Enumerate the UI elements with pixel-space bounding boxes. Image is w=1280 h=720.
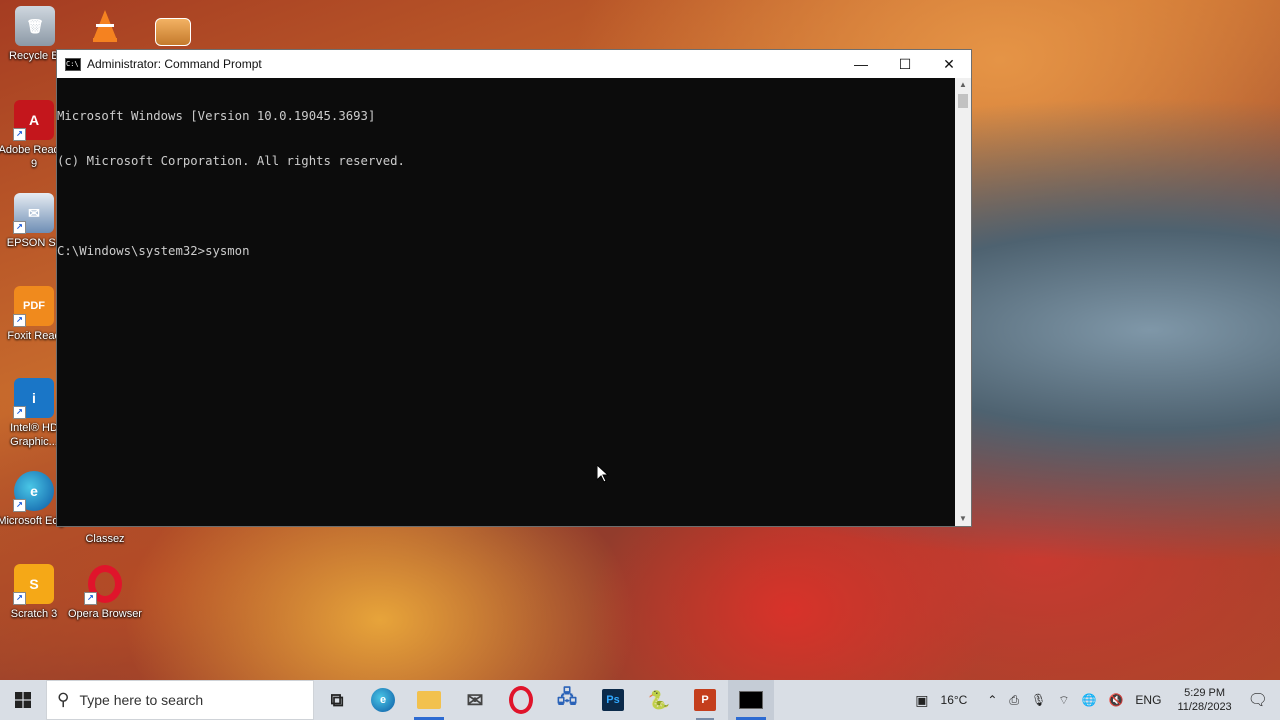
weather-temperature[interactable]: 16°C [941, 693, 968, 707]
search-placeholder: Type here to search [79, 692, 204, 708]
desktop-icon-opera[interactable]: ↗ Opera Browser [68, 564, 142, 621]
desktop-icon-vlc[interactable] [68, 6, 142, 46]
console-line: Microsoft Windows [Version 10.0.19045.36… [57, 109, 376, 123]
foxit-reader-icon: PDF ↗ [13, 286, 54, 327]
image-file-icon [155, 18, 191, 46]
start-button[interactable] [0, 680, 46, 720]
console-output[interactable]: Microsoft Windows [Version 10.0.19045.36… [57, 78, 955, 526]
mail-icon: ✉ [466, 689, 484, 712]
adobe-reader-icon: A ↗ [13, 100, 54, 141]
command-prompt-icon: ▭ [739, 691, 763, 709]
taskbar-python[interactable]: 🐍 [636, 680, 682, 720]
maximize-button[interactable]: ☐ [883, 50, 927, 78]
meet-now-icon[interactable]: ⎙ [1009, 693, 1019, 708]
windows-logo-icon [15, 692, 31, 708]
chevron-up-icon[interactable]: ⌃ [987, 693, 997, 707]
taskbar-opera[interactable]: O [498, 680, 544, 720]
minimize-icon: — [854, 56, 868, 72]
intel-graphics-icon: i ↗ [13, 378, 54, 419]
edge-icon: e [371, 688, 395, 712]
close-icon: ✕ [943, 55, 955, 72]
speaker-muted-icon[interactable]: 🔇 [1108, 693, 1123, 707]
command-prompt-window[interactable]: C:\ Administrator: Command Prompt — ☐ ✕ … [56, 49, 972, 527]
system-tray: ▣ 16°C ⌃ ⎙ 🎙 ⌔ 🌐 🔇 ENG 5:29 PM 11/28/202… [909, 680, 1280, 720]
powerpoint-icon: P [694, 689, 716, 711]
vlc-cone-icon [85, 6, 125, 46]
taskbar-edge[interactable]: e [360, 680, 406, 720]
globe-icon[interactable]: 🌐 [1082, 693, 1097, 707]
opera-icon: O [509, 686, 533, 714]
epson-scan-icon: ✉ ↗ [13, 193, 54, 234]
vertical-scrollbar[interactable]: ▲ ▼ [955, 78, 971, 526]
maximize-icon: ☐ [898, 55, 912, 72]
weather-icon[interactable]: ▣ [915, 692, 928, 709]
close-button[interactable]: ✕ [927, 50, 971, 78]
input-language[interactable]: ENG [1135, 693, 1161, 707]
clock-time: 5:29 PM [1184, 687, 1226, 699]
recycle-bin-icon: 🗑 [15, 6, 55, 46]
title-bar[interactable]: C:\ Administrator: Command Prompt — ☐ ✕ [57, 50, 971, 78]
taskbar-command-prompt[interactable]: ▭ [728, 680, 774, 720]
scroll-up-icon[interactable]: ▲ [955, 78, 971, 92]
scroll-down-icon[interactable]: ▼ [955, 512, 971, 526]
task-view-icon: ⧉ [330, 689, 344, 710]
notification-icon[interactable]: 🗨 [1248, 690, 1268, 710]
taskbar-photoshop[interactable]: Ps [590, 680, 636, 720]
microphone-icon[interactable]: 🎙 [1031, 693, 1046, 707]
wifi-icon[interactable]: ⌔ [1058, 693, 1069, 708]
taskbar-file-explorer[interactable]: 📁 [406, 680, 452, 720]
taskbar-powerpoint[interactable]: P [682, 680, 728, 720]
clock-date: 11/28/2023 [1177, 701, 1232, 713]
edge-icon: e ↗ [13, 471, 54, 512]
network-app-icon: 🖧 [556, 687, 578, 707]
console-prompt-line: C:\Windows\system32>sysmon [57, 244, 250, 258]
taskbar-search-box[interactable]: ⚲ Type here to search [46, 680, 314, 720]
taskbar-network-app[interactable]: 🖧 [544, 680, 590, 720]
scratch-icon: S ↗ [13, 564, 54, 605]
opera-icon: ↗ [84, 564, 125, 605]
minimize-button[interactable]: — [839, 50, 883, 78]
taskbar-mail[interactable]: ✉ [452, 680, 498, 720]
window-controls: — ☐ ✕ [839, 50, 971, 78]
taskbar: ⚲ Type here to search ⧉ e 📁 ✉ O 🖧 Ps 🐍 P… [0, 680, 1280, 720]
desktop-icon-image[interactable] [136, 18, 210, 46]
task-view-button[interactable]: ⧉ [314, 680, 360, 720]
folder-icon: 📁 [417, 691, 441, 709]
console-line: (c) Microsoft Corporation. All rights re… [57, 154, 405, 168]
clock[interactable]: 5:29 PM 11/28/2023 [1177, 686, 1231, 714]
python-icon: 🐍 [647, 689, 671, 710]
mouse-pointer-icon [597, 465, 609, 483]
window-title: Administrator: Command Prompt [87, 57, 262, 71]
photoshop-icon: Ps [602, 689, 624, 711]
command-prompt-icon: C:\ [65, 57, 81, 71]
scrollbar-thumb[interactable] [958, 94, 968, 108]
search-icon: ⚲ [57, 690, 70, 709]
desktop-icon-scratch[interactable]: S ↗ Scratch 3 [0, 564, 71, 621]
